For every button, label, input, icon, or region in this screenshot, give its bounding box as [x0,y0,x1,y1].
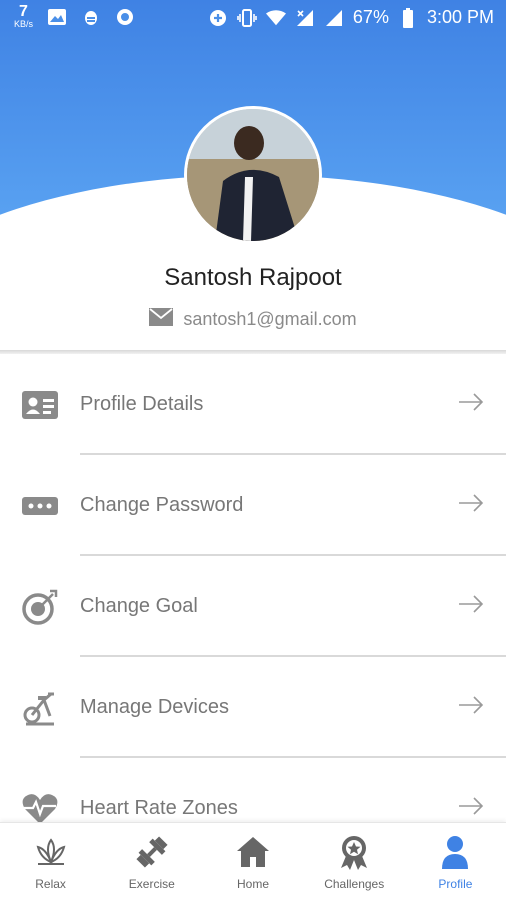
arrow-right-icon [458,797,484,820]
gallery-icon [47,7,67,27]
signal-no-data-icon [295,8,315,28]
menu-item-change-password[interactable]: Change Password [0,455,506,556]
target-icon [20,587,60,627]
password-icon [20,486,60,526]
battery-percent: 67% [352,7,389,27]
menu-item-label: Manage Devices [80,696,229,718]
bottom-navigation: Relax Exercise Home Challenges Profile [0,822,506,901]
network-speed: 7 KB/s [14,4,33,29]
menu-item-label: Change Password [80,494,244,516]
nav-home[interactable]: Home [202,823,303,901]
network-speed-unit: KB/s [14,19,34,29]
nav-label: Exercise [128,877,175,891]
nav-label: Profile [438,877,473,891]
medal-icon [334,833,374,871]
menu-item-manage-devices[interactable]: Manage Devices [0,657,506,758]
profile-email: santosh1@gmail.com [183,309,357,329]
profile-menu: Profile Details Change Password Change G… [0,354,506,859]
arrow-right-icon [458,494,484,517]
nav-label: Relax [35,877,66,891]
nav-label: Home [237,877,270,891]
nav-label: Challenges [324,877,385,891]
dumbbell-icon [132,833,172,871]
network-speed-value: 7 [19,3,28,20]
nav-challenges[interactable]: Challenges [304,823,405,901]
mail-icon [149,308,174,331]
nav-relax[interactable]: Relax [0,823,101,901]
exercise-bike-icon [20,688,60,728]
nav-exercise[interactable]: Exercise [101,823,202,901]
lotus-icon [31,833,71,871]
signal-icon [324,8,344,28]
menu-item-label: Change Goal [80,595,198,617]
clock: 3:00 PM [426,7,494,27]
profile-email-row: santosh1@gmail.com [0,308,506,331]
menu-item-change-goal[interactable]: Change Goal [0,556,506,657]
menu-item-profile-details[interactable]: Profile Details [0,354,506,455]
id-card-icon [20,385,60,425]
arrow-right-icon [458,696,484,719]
status-bar: 7 KB/s 67% 3:00 PM [0,0,506,36]
wifi-icon [265,8,286,28]
home-icon [233,833,273,871]
record-icon [115,7,135,27]
profile-name: Santosh Rajpoot [164,264,342,291]
vibrate-icon [237,8,257,28]
bug-icon [81,7,101,27]
data-saver-icon [208,8,228,28]
avatar-photo [187,109,319,241]
person-icon [435,833,475,871]
menu-item-label: Profile Details [80,393,204,415]
menu-item-label: Heart Rate Zones [80,797,238,819]
arrow-right-icon [458,595,484,618]
nav-profile[interactable]: Profile [405,823,506,901]
profile-avatar[interactable] [184,106,322,244]
arrow-right-icon [458,393,484,416]
battery-icon [398,7,418,28]
